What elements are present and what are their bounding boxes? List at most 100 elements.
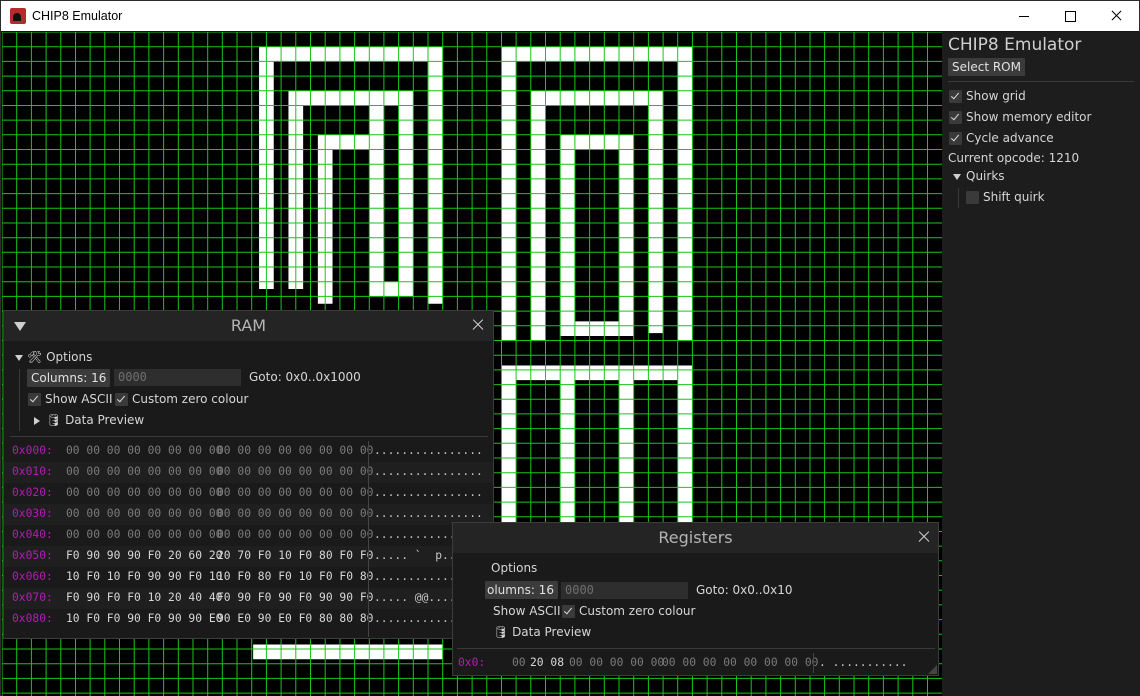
byte-group-1[interactable]: F0 90 F0 F0 10 20 40 40 [66,591,222,604]
register-byte[interactable]: 00 [512,656,526,669]
byte-group-1[interactable]: F0 90 90 90 F0 20 60 20 [66,549,222,562]
options-label[interactable]: Options [491,561,537,575]
byte-group-1[interactable]: 00 00 00 00 00 00 00 00 [66,444,222,457]
data-preview-header[interactable]: 🛢 Data Preview [46,413,144,427]
table-row[interactable]: 0x070: F0 90 F0 F0 10 20 40 40 F0 90 F0 90… [4,588,493,609]
byte-group-1[interactable]: 00 00 00 00 00 00 00 00 [66,486,222,499]
byte-group-1[interactable]: 00 00 00 00 00 00 00 00 [66,465,222,478]
select-rom-button[interactable]: Select ROM [948,58,1025,76]
row-address: 0x060: [12,570,53,583]
byte-group-2[interactable]: 00 00 00 00 00 00 00 00 [217,465,373,478]
byte-group-2[interactable]: 00 00 00 00 00 00 00 00 [217,528,373,541]
data-preview-header[interactable]: 🛢 Data Preview [493,625,591,639]
table-row[interactable]: 0x030: 00 00 00 00 00 00 00 00 00 00 00 00… [4,504,493,525]
data-preview-label: Data Preview [512,625,592,639]
byte-group-2[interactable]: F0 90 F0 90 F0 90 90 F0 [217,591,373,604]
byte-group-2[interactable]: 00 00 00 00 00 00 00 00 [217,444,373,457]
register-bytes[interactable]: 00 00 00 00 00 00 00 00 [662,656,818,669]
table-row[interactable]: 0x000: 00 00 00 00 00 00 00 00 00 00 00 00… [4,441,493,462]
byte-group-2[interactable]: 10 F0 80 F0 10 F0 F0 80 [217,570,373,583]
columns-button[interactable]: Columns: 16 [27,369,111,387]
window-title: CHIP8 Emulator [32,9,123,23]
options-header[interactable]: 🛠 Options [27,350,92,364]
show-ascii-label[interactable]: Show ASCII [45,392,112,406]
row-address: 0x0: [458,656,486,669]
goto-input[interactable]: 0000 [114,369,241,386]
ascii-column: ................ [374,507,483,520]
table-row[interactable]: 0x060: 10 F0 10 F0 90 90 F0 10 10 F0 80 F0… [4,567,493,588]
cycle-advance-checkbox[interactable] [949,132,962,145]
show-grid-checkbox[interactable] [949,90,962,103]
table-row[interactable]: 0x050: F0 90 90 90 F0 20 60 20 20 70 F0 10… [4,546,493,567]
table-row[interactable]: 0x080: 10 F0 F0 90 F0 90 90 E0 90 E0 90 E0… [4,609,493,630]
goto-range-label: Goto: 0x0..0x10 [696,583,793,597]
row-address: 0x010: [12,465,53,478]
divider [457,648,935,649]
app-window: CHIP8 Emulator CHIP8 Emulator Select ROM… [0,0,1140,696]
shift-quirk-label[interactable]: Shift quirk [983,190,1045,204]
registers-titlebar[interactable]: Registers [453,523,938,553]
byte-group-1[interactable]: 10 F0 F0 90 F0 90 90 E0 [66,612,222,625]
byte-group-2[interactable]: 90 E0 90 E0 F0 80 80 80 [217,612,373,625]
byte-group-1[interactable]: 10 F0 10 F0 90 90 F0 10 [66,570,222,583]
close-icon[interactable] [918,531,930,543]
registers-panel: Registers Options olumns: 16 0000 Goto: … [452,522,939,676]
quirks-header[interactable]: Quirks [966,169,1005,183]
ram-panel: RAM 🛠 Options Columns: 16 0000 Goto: 0x0… [3,310,494,639]
table-row[interactable]: 0x040: 00 00 00 00 00 00 00 00 00 00 00 00… [4,525,493,546]
registers-title: Registers [658,528,733,547]
tree-guide [958,188,959,208]
custom-zero-colour-label[interactable]: Custom zero colour [132,392,248,406]
ascii-column: . ........... [819,656,908,669]
byte-group-2[interactable]: 00 00 00 00 00 00 00 00 [217,486,373,499]
sidebar: CHIP8 Emulator Select ROM Show grid Show… [942,32,1140,696]
show-ascii-checkbox[interactable] [28,393,41,406]
custom-zero-colour-checkbox[interactable] [562,605,575,618]
show-memory-editor-label[interactable]: Show memory editor [966,110,1091,124]
goto-range-label: Goto: 0x0..0x1000 [249,370,361,384]
divider [10,436,488,437]
divider [948,81,1134,82]
table-row[interactable]: 0x020: 00 00 00 00 00 00 00 00 00 00 00 00… [4,483,493,504]
byte-group-1[interactable]: 00 00 00 00 00 00 00 00 [66,528,222,541]
close-icon[interactable] [472,319,484,331]
current-opcode: Current opcode: 1210 [948,151,1080,165]
register-bytes-active[interactable]: 20 08 [530,656,564,669]
ascii-separator [813,653,814,673]
custom-zero-colour-label[interactable]: Custom zero colour [579,604,695,618]
row-address: 0x040: [12,528,53,541]
ram-title: RAM [230,316,267,335]
maximize-button[interactable] [1047,1,1093,31]
tree-guide [19,369,20,431]
table-row[interactable]: 0x0: 00 20 08 00 00 00 00 00 00 00 00 00… [453,653,938,674]
close-window-button[interactable] [1093,1,1139,31]
byte-group-2[interactable]: 20 70 F0 10 F0 80 F0 F0 [217,549,373,562]
row-address: 0x070: [12,591,53,604]
byte-group-2[interactable]: 00 00 00 00 00 00 00 00 [217,507,373,520]
shift-quirk-checkbox[interactable] [966,191,979,204]
row-address: 0x050: [12,549,53,562]
ascii-separator [368,441,369,637]
quirks-expand-icon[interactable] [953,174,961,180]
show-grid-label[interactable]: Show grid [966,89,1026,103]
table-row[interactable]: 0x010: 00 00 00 00 00 00 00 00 00 00 00 00… [4,462,493,483]
register-bytes[interactable]: 00 00 00 00 00 [569,656,664,669]
show-memory-editor-checkbox[interactable] [949,111,962,124]
ascii-column: ................ [374,465,483,478]
show-ascii-label[interactable]: Show ASCII [493,604,560,618]
minimize-button[interactable] [1001,1,1047,31]
ascii-column: ................ [374,444,483,457]
title-bar: CHIP8 Emulator [1,1,1139,31]
byte-group-1[interactable]: 00 00 00 00 00 00 00 00 [66,507,222,520]
options-expand-icon[interactable] [15,355,23,361]
cycle-advance-label[interactable]: Cycle advance [966,131,1054,145]
data-preview-expand-icon[interactable] [34,417,40,425]
row-address: 0x020: [12,486,53,499]
resize-grip[interactable] [927,664,937,674]
goto-input[interactable]: 0000 [561,582,688,599]
ascii-column: ................ [374,486,483,499]
ram-titlebar[interactable]: RAM [4,311,493,341]
columns-button[interactable]: olumns: 16 [485,581,558,599]
custom-zero-colour-checkbox[interactable] [115,393,128,406]
row-address: 0x080: [12,612,53,625]
